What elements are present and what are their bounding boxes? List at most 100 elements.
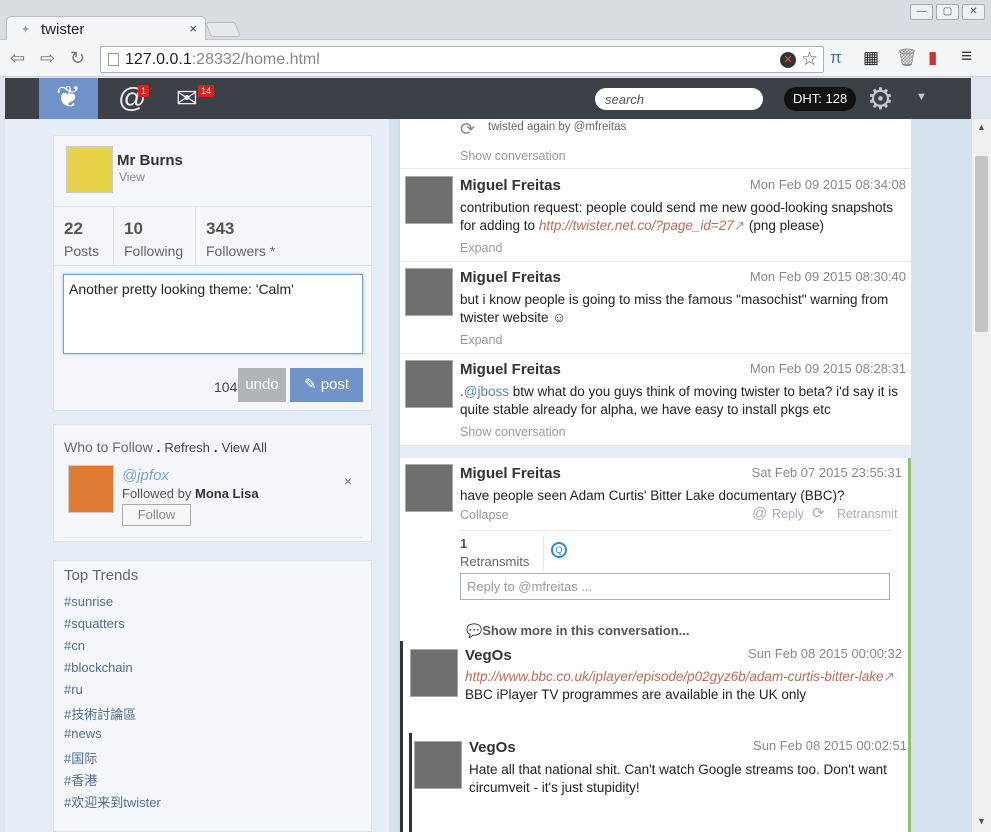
back-icon[interactable]: ⇦ xyxy=(10,48,25,69)
qr-code-icon[interactable]: ▦ xyxy=(863,48,879,68)
post-button[interactable]: ✎ post xyxy=(290,368,363,402)
minimize-button[interactable]: — xyxy=(910,4,933,20)
trend-link[interactable]: #欢迎来到twister xyxy=(64,792,161,811)
avatar[interactable] xyxy=(410,649,458,697)
trend-link[interactable]: #香港 xyxy=(64,770,97,789)
compose-textarea[interactable]: Another pretty looking theme: 'Calm' xyxy=(63,274,363,354)
retransmit-button[interactable]: Retransmit xyxy=(837,507,897,521)
show-more-label: Show more in this conversation... xyxy=(482,623,690,638)
trend-link[interactable]: #cn xyxy=(64,638,85,653)
show-conversation-link[interactable]: Show conversation xyxy=(460,149,566,163)
home-logo-icon[interactable]: ❦ xyxy=(39,78,98,119)
post-link[interactable]: http://twister.net.co/?page_id=27 xyxy=(539,218,734,233)
trend-link[interactable]: #sunrise xyxy=(64,594,113,609)
followed-by-name[interactable]: Mona Lisa xyxy=(195,486,259,501)
mentions-badge: 1 xyxy=(138,85,150,97)
trend-link[interactable]: #squatters xyxy=(64,616,125,631)
post-link[interactable]: http://www.bbc.co.uk/iplayer/episode/p02… xyxy=(465,669,883,684)
external-link-icon: ↗ xyxy=(883,669,895,684)
collapse-link[interactable]: Collapse xyxy=(460,508,509,522)
browser-tab[interactable]: ✦ twister × xyxy=(6,16,206,41)
trend-link[interactable]: #国际 xyxy=(64,748,97,767)
address-bar[interactable]: 127.0.0.1:28332/home.html ✕ ☆ xyxy=(100,46,824,73)
post-text-end: btw what do you guys think of moving twi… xyxy=(460,384,899,417)
avatar[interactable] xyxy=(405,464,453,512)
avatar[interactable] xyxy=(405,268,453,316)
reload-icon[interactable]: ↻ xyxy=(70,48,85,69)
char-counter: 104 xyxy=(214,379,238,395)
post-author[interactable]: Miguel Freitas xyxy=(460,177,561,194)
stat-following[interactable]: 10 Following xyxy=(114,207,196,265)
retransmitter-avatar[interactable]: Q xyxy=(551,542,567,558)
follow-button[interactable]: Follow xyxy=(122,504,191,526)
avatar[interactable] xyxy=(68,465,114,513)
show-conversation-link[interactable]: Show conversation xyxy=(460,425,566,439)
avatar[interactable] xyxy=(405,176,453,224)
following-count: 10 xyxy=(124,219,143,238)
post-text: Hate all that national shit. Can't watch… xyxy=(469,762,887,795)
browser-toolbar: ⇦ ⇨ ↻ 127.0.0.1:28332/home.html ✕ ☆ π ▦ … xyxy=(0,40,991,77)
chevron-down-icon[interactable]: ▼ xyxy=(916,91,927,103)
post-date[interactable]: Mon Feb 09 2015 08:28:31 xyxy=(750,361,906,376)
trend-link[interactable]: #blockchain xyxy=(64,660,133,675)
reply-button[interactable]: Reply xyxy=(772,507,804,521)
post-author[interactable]: VegOs xyxy=(469,739,516,756)
stat-followers[interactable]: 343 Followers * xyxy=(196,207,373,265)
refresh-link[interactable]: Refresh xyxy=(164,440,210,455)
trend-link[interactable]: #技術討論區 xyxy=(64,704,136,723)
post-date[interactable]: Sat Feb 07 2015 23:55:31 xyxy=(752,465,902,480)
scroll-up-icon[interactable]: ▲ xyxy=(977,122,986,132)
post-date[interactable]: Mon Feb 09 2015 08:30:40 xyxy=(750,269,906,284)
post-date[interactable]: Sun Feb 08 2015 00:02:51 xyxy=(753,738,907,753)
mention-link[interactable]: @jboss xyxy=(464,384,509,399)
stop-icon[interactable]: ✕ xyxy=(780,52,796,68)
post-author[interactable]: Miguel Freitas xyxy=(460,269,561,286)
expand-link[interactable]: Expand xyxy=(460,241,502,255)
posts-label: Posts xyxy=(64,243,100,259)
suggested-user-handle[interactable]: @jpfox xyxy=(122,467,169,484)
post-author[interactable]: Miguel Freitas xyxy=(460,465,561,482)
pi-extension-icon[interactable]: π xyxy=(830,48,842,68)
undo-button[interactable]: undo xyxy=(238,368,286,402)
avatar[interactable] xyxy=(66,146,113,193)
reply-input[interactable]: Reply to @mfreitas ... xyxy=(460,573,890,600)
view-all-link[interactable]: View All xyxy=(222,440,267,455)
book-extension-icon[interactable]: ▮ xyxy=(928,48,937,68)
avatar[interactable] xyxy=(414,741,462,789)
followed-by: Followed by Mona Lisa xyxy=(122,486,259,501)
post-date[interactable]: Mon Feb 09 2015 08:34:08 xyxy=(750,177,906,192)
reply-icon[interactable]: @ xyxy=(752,505,767,522)
trend-link[interactable]: #ru xyxy=(64,682,83,697)
forward-icon[interactable]: ⇨ xyxy=(40,48,55,69)
retwist-info[interactable]: twisted again by @mfreitas xyxy=(488,121,626,133)
search-input[interactable]: search xyxy=(595,88,763,110)
trend-link[interactable]: #news xyxy=(64,726,102,741)
scrollbar-thumb[interactable] xyxy=(975,156,988,332)
settings-gear-icon[interactable]: ⚙ xyxy=(867,82,909,116)
list-item: Miguel Freitas Mon Feb 09 2015 08:30:40 … xyxy=(400,262,911,354)
post-author[interactable]: Miguel Freitas xyxy=(460,361,561,378)
close-window-button[interactable]: ✕ xyxy=(962,4,985,20)
trash-icon[interactable]: 🗑 xyxy=(896,48,918,68)
maximize-button[interactable]: ▢ xyxy=(936,4,959,20)
page-scrollbar[interactable]: ▲ ▼ xyxy=(971,119,991,832)
messages-icon[interactable]: ✉ xyxy=(176,83,198,114)
dismiss-suggestion-icon[interactable]: × xyxy=(344,473,352,489)
menu-icon[interactable]: ≡ xyxy=(961,46,972,68)
scroll-down-icon[interactable]: ▼ xyxy=(977,816,986,826)
expand-link[interactable]: Expand xyxy=(460,333,502,347)
show-more-link[interactable]: 💬Show more in this conversation... xyxy=(466,623,690,639)
post-date[interactable]: Sun Feb 08 2015 00:00:32 xyxy=(748,646,902,661)
view-profile-link[interactable]: View xyxy=(119,170,145,184)
timeline-feed: ⟳ twisted again by @mfreitas Show conver… xyxy=(399,119,911,832)
new-tab-button[interactable] xyxy=(205,22,241,37)
bookmark-star-icon[interactable]: ☆ xyxy=(801,48,818,71)
tab-close-icon[interactable]: × xyxy=(189,21,197,36)
post-author[interactable]: VegOs xyxy=(465,647,512,664)
avatar[interactable] xyxy=(405,360,453,408)
stat-posts[interactable]: 22 Posts xyxy=(54,207,114,265)
app-header: ❦ @ 1 ✉ 14 search DHT: 128 ⚙ ▼ xyxy=(5,78,971,119)
profile-name[interactable]: Mr Burns xyxy=(117,152,183,169)
retransmit-icon[interactable]: ⟳ xyxy=(812,504,825,522)
who-to-follow-header: Who to Follow . Refresh . View All xyxy=(64,439,267,455)
